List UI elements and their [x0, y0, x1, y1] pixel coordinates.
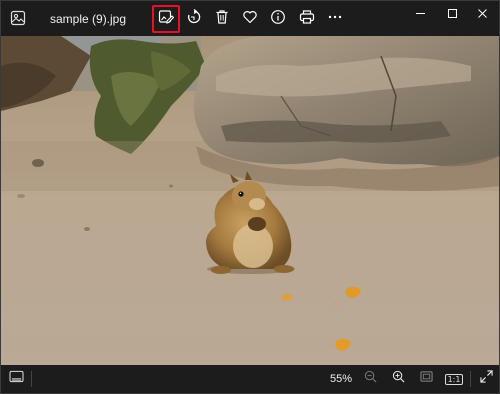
ellipsis-icon — [327, 9, 343, 30]
photos-window: sample (9).jpg 55% 1:1 — [0, 0, 500, 394]
maximize-button[interactable] — [437, 3, 467, 27]
print-button[interactable] — [294, 6, 320, 32]
expand-icon — [479, 370, 493, 388]
actual-size-label: 1:1 — [444, 373, 464, 385]
bottom-bar: 55% 1:1 — [1, 365, 499, 393]
rotate-icon — [186, 8, 202, 30]
trash-icon — [214, 9, 230, 30]
photo-image — [1, 36, 499, 365]
more-options-button[interactable] — [322, 6, 348, 32]
info-icon — [270, 9, 286, 30]
close-icon — [477, 6, 488, 24]
actual-size-button[interactable]: 1:1 — [444, 370, 464, 388]
edit-image-button[interactable] — [152, 5, 180, 33]
rotate-button[interactable] — [181, 6, 207, 32]
minimize-button[interactable] — [405, 3, 435, 27]
full-screen-button[interactable] — [477, 370, 495, 388]
zoom-out-icon — [364, 370, 377, 388]
favorite-button[interactable] — [237, 6, 263, 32]
zoom-in-button[interactable] — [389, 370, 407, 388]
printer-icon — [299, 9, 315, 30]
title-bar: sample (9).jpg — [1, 1, 499, 36]
photos-app-icon — [10, 10, 26, 26]
file-name: sample (9).jpg — [50, 12, 127, 26]
heart-icon — [242, 9, 258, 30]
delete-button[interactable] — [209, 6, 235, 32]
divider — [470, 371, 471, 387]
info-button[interactable] — [265, 6, 291, 32]
filmstrip-button[interactable] — [7, 370, 25, 388]
zoom-out-button[interactable] — [361, 370, 379, 388]
close-button[interactable] — [467, 3, 497, 27]
fit-to-window-button[interactable] — [417, 370, 435, 388]
fit-window-icon — [419, 370, 433, 388]
divider — [31, 371, 32, 387]
zoom-level: 55% — [330, 373, 353, 385]
minimize-icon — [415, 6, 426, 24]
filmstrip-icon — [8, 370, 24, 388]
edit-image-icon — [158, 9, 175, 30]
maximize-icon — [447, 6, 458, 24]
photo-viewer — [1, 36, 499, 365]
zoom-in-icon — [392, 370, 405, 388]
